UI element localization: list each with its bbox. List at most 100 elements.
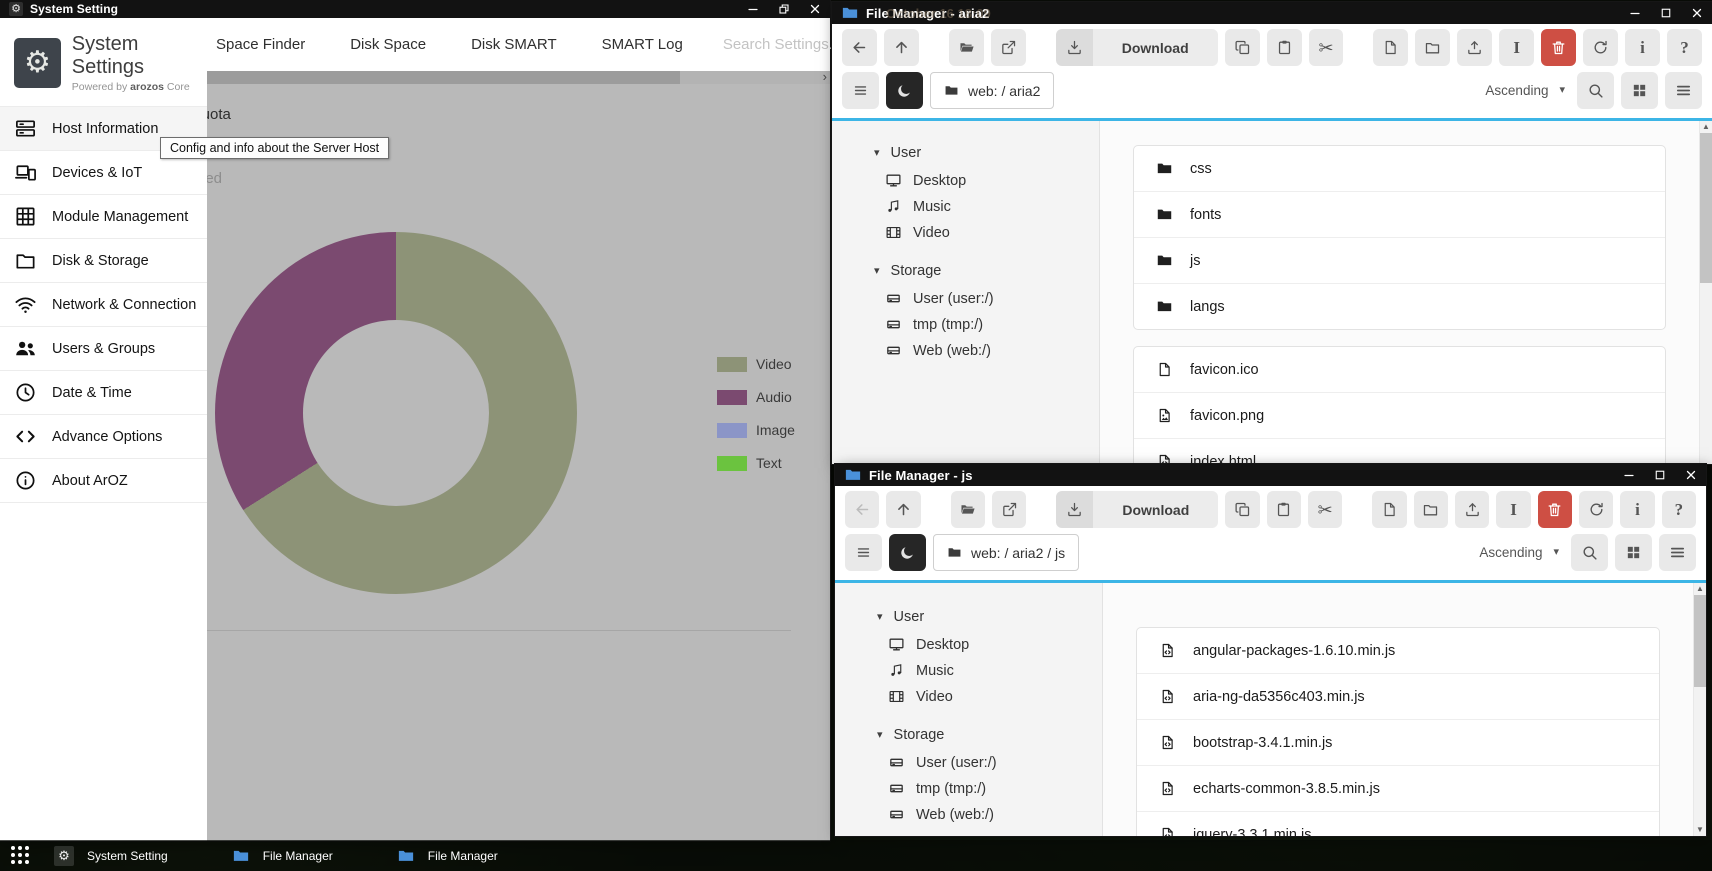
close-icon[interactable] bbox=[1685, 469, 1697, 481]
upload-button[interactable] bbox=[1457, 29, 1492, 66]
up-button[interactable] bbox=[886, 491, 920, 528]
file-row[interactable]: echarts-common-3.8.5.min.js bbox=[1137, 766, 1659, 812]
grid-view-button[interactable] bbox=[1621, 72, 1658, 109]
tree-section-storage[interactable]: ▾ Storage bbox=[874, 263, 1099, 279]
settings-menu-item[interactable]: Advance Options bbox=[0, 415, 207, 459]
up-button[interactable] bbox=[884, 29, 919, 66]
breadcrumb[interactable]: web: / aria2 bbox=[930, 72, 1054, 109]
minimize-icon[interactable] bbox=[1629, 7, 1641, 19]
file-row[interactable]: favicon.ico bbox=[1134, 347, 1665, 393]
close-icon[interactable] bbox=[1691, 7, 1703, 19]
maximize-icon[interactable] bbox=[1654, 469, 1666, 481]
file-row[interactable]: fonts bbox=[1134, 192, 1665, 238]
settings-menu-item[interactable]: Date & Time bbox=[0, 371, 207, 415]
new-folder-button[interactable] bbox=[1415, 29, 1450, 66]
tree-item-video[interactable]: Video bbox=[888, 688, 1102, 705]
tree-item-desktop[interactable]: Desktop bbox=[885, 172, 1099, 189]
scroll-thumb[interactable] bbox=[1700, 133, 1712, 283]
scroll-up-icon[interactable]: ▲ bbox=[1696, 583, 1704, 595]
upload-button[interactable] bbox=[1455, 491, 1489, 528]
scroll-thumb[interactable] bbox=[1694, 595, 1706, 687]
settings-tab[interactable]: SMART Log bbox=[602, 36, 683, 53]
rename-button[interactable]: I bbox=[1496, 491, 1530, 528]
hscroll-thumb[interactable] bbox=[207, 71, 680, 84]
maximize-icon[interactable] bbox=[1660, 7, 1672, 19]
cut-button[interactable]: ✂ bbox=[1308, 491, 1342, 528]
tree-item-music[interactable]: Music bbox=[885, 198, 1099, 215]
settings-menu-item[interactable]: Module Management bbox=[0, 195, 207, 239]
tree-section-user[interactable]: ▾ User bbox=[874, 145, 1099, 161]
tree-item-user-drive[interactable]: User (user:/) bbox=[888, 754, 1102, 771]
properties-button[interactable]: i bbox=[1625, 29, 1660, 66]
new-file-button[interactable] bbox=[1372, 491, 1406, 528]
breadcrumb[interactable]: web: / aria2 / js bbox=[933, 534, 1079, 571]
sort-order-dropdown[interactable]: Ascending ▾ bbox=[1485, 83, 1570, 98]
new-file-button[interactable] bbox=[1373, 29, 1408, 66]
tree-item-web-drive[interactable]: Web (web:/) bbox=[885, 342, 1099, 359]
file-row[interactable]: css bbox=[1134, 146, 1665, 192]
hscroll-right-arrow-icon[interactable]: › bbox=[823, 70, 827, 83]
menu-button[interactable] bbox=[842, 72, 879, 109]
list-view-button[interactable] bbox=[1665, 72, 1702, 109]
file-row[interactable]: favicon.png bbox=[1134, 393, 1665, 439]
settings-menu-item[interactable]: Network & Connection bbox=[0, 283, 207, 327]
tree-item-desktop[interactable]: Desktop bbox=[888, 636, 1102, 653]
file-row[interactable]: js bbox=[1134, 238, 1665, 284]
file-row[interactable]: angular-packages-1.6.10.min.js bbox=[1137, 628, 1659, 674]
search-button[interactable] bbox=[1571, 534, 1608, 571]
sort-order-dropdown[interactable]: Ascending ▾ bbox=[1479, 545, 1564, 560]
file-row[interactable]: jquery-3.3.1.min.js bbox=[1137, 812, 1659, 836]
cut-button[interactable]: ✂ bbox=[1309, 29, 1344, 66]
back-button[interactable] bbox=[842, 29, 877, 66]
minimize-icon[interactable] bbox=[747, 3, 759, 15]
restore-icon[interactable] bbox=[778, 3, 790, 15]
taskbar-item-file-manager-1[interactable]: File Manager bbox=[232, 847, 333, 865]
taskbar-item-file-manager-2[interactable]: File Manager bbox=[397, 847, 498, 865]
settings-tab[interactable]: Space Finder bbox=[216, 36, 305, 53]
back-button[interactable] bbox=[845, 491, 879, 528]
open-folder-button[interactable] bbox=[951, 491, 985, 528]
file-row[interactable]: aria-ng-da5356c403.min.js bbox=[1137, 674, 1659, 720]
settings-menu-item[interactable]: Disk & Storage bbox=[0, 239, 207, 283]
fm2-scrollbar[interactable]: ▲ ▼ bbox=[1693, 583, 1706, 836]
delete-button[interactable] bbox=[1541, 29, 1576, 66]
open-in-new-window-button[interactable] bbox=[992, 491, 1026, 528]
close-icon[interactable] bbox=[809, 3, 821, 15]
tree-item-video[interactable]: Video bbox=[885, 224, 1099, 241]
settings-tab[interactable]: Disk SMART bbox=[471, 36, 557, 53]
minimize-icon[interactable] bbox=[1623, 469, 1635, 481]
tree-item-user-drive[interactable]: User (user:/) bbox=[885, 290, 1099, 307]
app-launcher-button[interactable] bbox=[11, 846, 30, 865]
properties-button[interactable]: i bbox=[1620, 491, 1654, 528]
list-view-button[interactable] bbox=[1659, 534, 1696, 571]
tree-item-music[interactable]: Music bbox=[888, 662, 1102, 679]
grid-view-button[interactable] bbox=[1615, 534, 1652, 571]
paste-button[interactable] bbox=[1267, 29, 1302, 66]
rename-button[interactable]: I bbox=[1499, 29, 1534, 66]
tree-section-storage[interactable]: ▾ Storage bbox=[877, 727, 1102, 743]
taskbar-item-system-setting[interactable]: ⚙ System Setting bbox=[54, 846, 168, 866]
open-folder-button[interactable] bbox=[949, 29, 984, 66]
tree-section-user[interactable]: ▾ User bbox=[877, 609, 1102, 625]
menu-button[interactable] bbox=[845, 534, 882, 571]
file-row[interactable]: bootstrap-3.4.1.min.js bbox=[1137, 720, 1659, 766]
copy-button[interactable] bbox=[1225, 29, 1260, 66]
delete-button[interactable] bbox=[1538, 491, 1572, 528]
help-button[interactable]: ? bbox=[1667, 29, 1702, 66]
fm1-scrollbar[interactable]: ▲ bbox=[1699, 121, 1712, 464]
settings-menu-item[interactable]: About ArOZ bbox=[0, 459, 207, 503]
scroll-up-icon[interactable]: ▲ bbox=[1702, 121, 1710, 133]
download-button[interactable]: Download bbox=[1056, 29, 1218, 66]
refresh-button[interactable] bbox=[1583, 29, 1618, 66]
search-button[interactable] bbox=[1577, 72, 1614, 109]
tree-item-tmp-drive[interactable]: tmp (tmp:/) bbox=[885, 316, 1099, 333]
open-in-new-window-button[interactable] bbox=[991, 29, 1026, 66]
help-button[interactable]: ? bbox=[1662, 491, 1696, 528]
file-row[interactable]: langs bbox=[1134, 284, 1665, 329]
scroll-down-icon[interactable]: ▼ bbox=[1696, 824, 1704, 836]
dark-mode-button[interactable] bbox=[886, 72, 923, 109]
file-row[interactable]: index.html bbox=[1134, 439, 1665, 464]
dark-mode-button[interactable] bbox=[889, 534, 926, 571]
tree-item-tmp-drive[interactable]: tmp (tmp:/) bbox=[888, 780, 1102, 797]
copy-button[interactable] bbox=[1225, 491, 1259, 528]
